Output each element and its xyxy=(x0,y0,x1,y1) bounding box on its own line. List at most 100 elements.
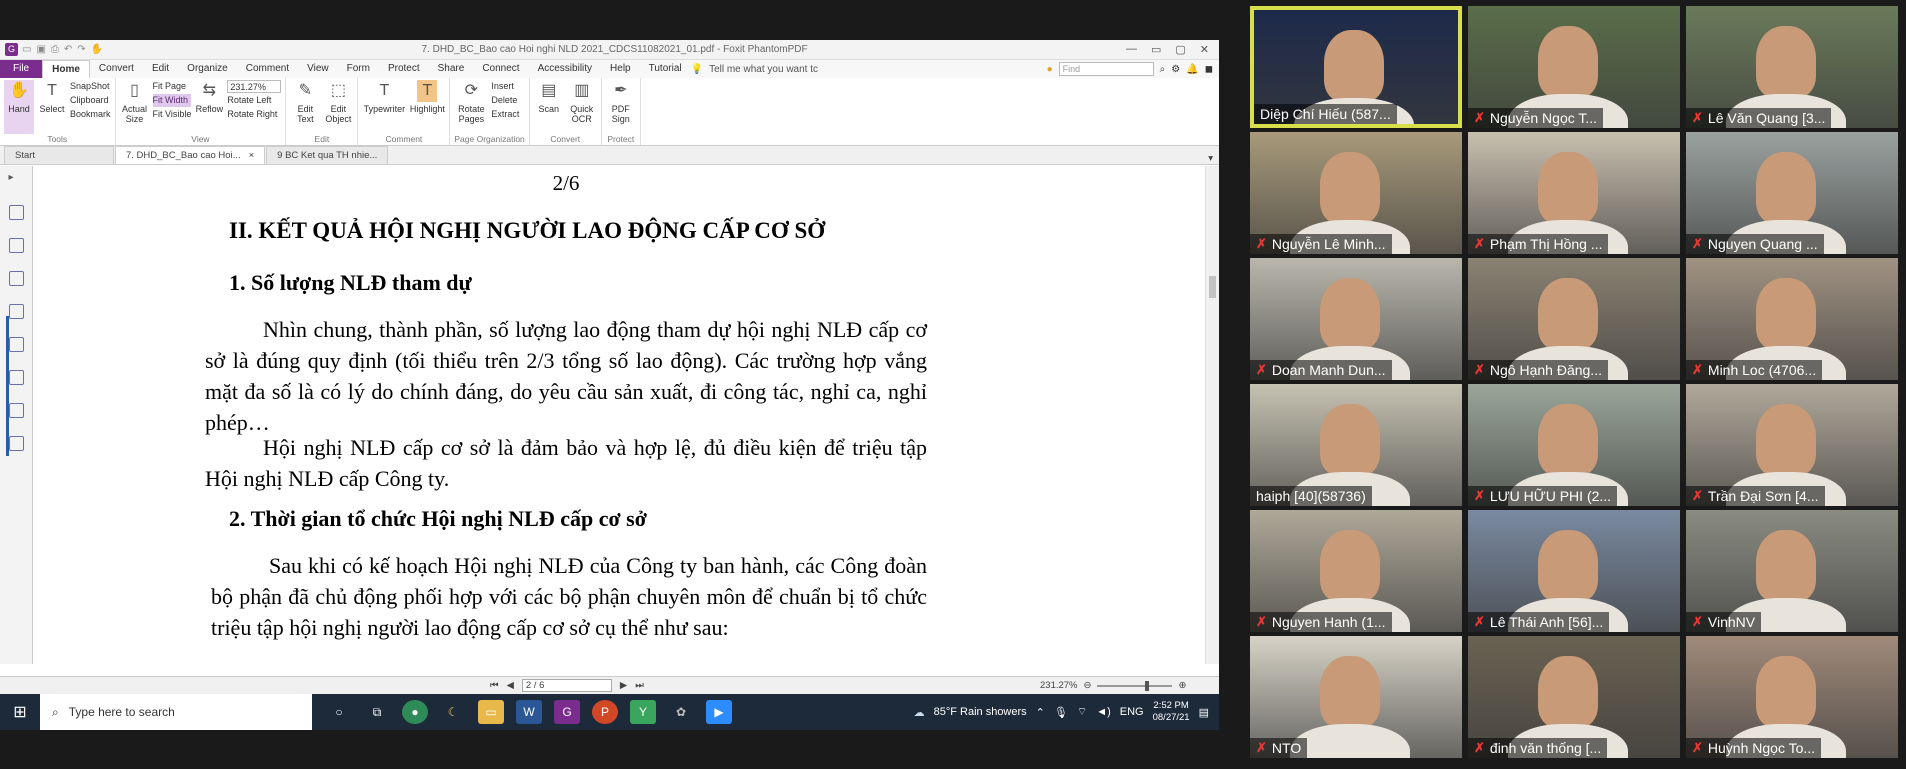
maximize-button[interactable]: ▢ xyxy=(1175,43,1185,56)
scrollbar-thumb[interactable] xyxy=(1209,276,1216,298)
foxit-icon[interactable]: G xyxy=(554,700,580,724)
tab-comment[interactable]: Comment xyxy=(237,60,298,78)
tab-organize[interactable]: Organize xyxy=(178,60,237,78)
foxit-app-icon[interactable]: G xyxy=(5,43,18,56)
participant-tile[interactable]: ✗ VinhNV xyxy=(1686,510,1898,632)
taskbar-search[interactable]: ⌕ Type here to search xyxy=(40,694,312,730)
extract-button[interactable]: Extract xyxy=(491,108,519,121)
participant-tile[interactable]: ✗ Trần Đại Sơn [4... xyxy=(1686,384,1898,506)
rotate-right-button[interactable]: Rotate Right xyxy=(227,108,281,121)
layers-icon[interactable] xyxy=(8,271,24,286)
bookmarks-icon[interactable] xyxy=(8,205,24,220)
minimize-button[interactable]: — xyxy=(1126,43,1137,56)
doc-tab-2[interactable]: 9 BC Ket qua TH nhie... xyxy=(266,146,389,164)
file-explorer-icon[interactable]: ▭ xyxy=(478,700,504,724)
tab-form[interactable]: Form xyxy=(338,60,379,78)
security-icon[interactable] xyxy=(8,370,24,385)
quick-ocr-button[interactable]: ▥ Quick OCR xyxy=(567,80,597,134)
insert-button[interactable]: Insert xyxy=(491,80,519,93)
zoom-out-icon[interactable]: ⊖ xyxy=(1084,680,1092,691)
participant-tile[interactable]: ✗ Nguyễn Ngọc T... xyxy=(1468,6,1680,128)
redo-icon[interactable]: ↷ xyxy=(77,44,85,55)
save-icon[interactable]: ▣ xyxy=(36,44,45,55)
delete-button[interactable]: Delete xyxy=(491,94,519,107)
participant-tile[interactable]: ✗ Lê Thái Anh [56]... xyxy=(1468,510,1680,632)
tab-connect[interactable]: Connect xyxy=(473,60,528,78)
doc-tab-active[interactable]: 7. DHD_BC_Bao cao Hoi... × xyxy=(115,146,266,164)
zoom-slider-knob[interactable] xyxy=(1145,680,1150,691)
coin-icon[interactable]: ● xyxy=(1047,64,1053,75)
tab-accessibility[interactable]: Accessibility xyxy=(529,60,601,78)
tab-home[interactable]: Home xyxy=(42,60,90,78)
task-view-icon[interactable]: ⧉ xyxy=(364,700,390,724)
comments-icon[interactable] xyxy=(8,337,24,352)
participant-tile[interactable]: haiph [40](58736) xyxy=(1250,384,1462,506)
volume-icon[interactable]: ◄) xyxy=(1096,706,1111,718)
fit-visible-button[interactable]: Fit Visible xyxy=(153,108,192,121)
page-number-input[interactable]: 2 / 6 xyxy=(521,679,612,692)
weather-text[interactable]: 85°F Rain showers xyxy=(934,706,1027,718)
user-icon[interactable]: ◼ xyxy=(1205,64,1213,75)
rotate-pages-button[interactable]: ⟳ Rotate Pages xyxy=(454,80,488,134)
tab-convert[interactable]: Convert xyxy=(90,60,143,78)
fit-width-button[interactable]: Fit Width xyxy=(152,94,192,107)
bookmark-button[interactable]: Bookmark xyxy=(70,108,111,121)
notification-icon[interactable]: ▤ xyxy=(1199,706,1209,719)
expand-panel-icon[interactable]: ▸ xyxy=(9,172,24,187)
participant-tile[interactable]: ✗ Huỳnh Ngọc To... xyxy=(1686,636,1898,758)
participant-tile[interactable]: ✗ đinh văn thống [... xyxy=(1468,636,1680,758)
typewriter-button[interactable]: T Typewriter xyxy=(362,80,406,134)
zoom-select[interactable]: 231.27% xyxy=(227,80,282,93)
moon-app-icon[interactable]: ☾ xyxy=(440,700,466,724)
participant-tile[interactable]: ✗ LƯU HỮU PHI (2... xyxy=(1468,384,1680,506)
search-icon[interactable]: ⌕ xyxy=(1160,64,1166,75)
edit-text-button[interactable]: ✎ Edit Text xyxy=(290,80,320,134)
zoom-app-icon[interactable]: ▶ xyxy=(706,700,732,724)
clipboard-button[interactable]: Clipboard xyxy=(70,94,111,107)
select-button[interactable]: T Select xyxy=(37,80,67,134)
chrome-icon[interactable]: ● xyxy=(402,700,428,724)
last-page-icon[interactable]: ⏭ xyxy=(635,680,644,691)
snapshot-button[interactable]: SnapShot xyxy=(70,80,111,93)
tab-view[interactable]: View xyxy=(298,60,338,78)
actual-size-button[interactable]: ▯ Actual Size xyxy=(120,80,150,134)
find-input[interactable]: Find xyxy=(1058,62,1154,76)
next-page-icon[interactable]: ▶ xyxy=(620,680,627,691)
open-icon[interactable]: ▭ xyxy=(22,44,31,55)
close-button[interactable]: ✕ xyxy=(1200,43,1209,56)
participant-tile[interactable]: ✗ Minh Loc (4706... xyxy=(1686,258,1898,380)
language-indicator[interactable]: ENG xyxy=(1120,706,1144,718)
gear-icon[interactable]: ⚙ xyxy=(1171,64,1180,75)
fit-page-button[interactable]: Fit Page xyxy=(153,80,192,93)
pages-icon[interactable] xyxy=(8,238,24,253)
hand-button[interactable]: ✋ Hand xyxy=(4,80,34,134)
participant-tile[interactable]: ✗ Ngô Hạnh Đăng... xyxy=(1468,258,1680,380)
close-tab-icon[interactable]: × xyxy=(249,150,255,161)
zoom-slider[interactable] xyxy=(1097,680,1173,691)
pdf-sign-button[interactable]: ✒ PDF Sign xyxy=(606,80,636,134)
windows-start-icon[interactable]: ⊞ xyxy=(0,702,40,722)
clock[interactable]: 2:52 PM 08/27/21 xyxy=(1153,700,1190,724)
tab-list-dropdown-icon[interactable]: ▾ xyxy=(1208,153,1219,164)
participant-tile[interactable]: ✗ Nguyễn Lê Minh... xyxy=(1250,132,1462,254)
vertical-scrollbar[interactable] xyxy=(1205,166,1219,664)
participant-tile[interactable]: Diệp Chí Hiếu (587... xyxy=(1250,6,1462,128)
participant-tile[interactable]: ✗ Lê Văn Quang [3... xyxy=(1686,6,1898,128)
microphone-icon[interactable]: 🎙 xyxy=(1054,706,1068,719)
hand-tool-icon[interactable]: ✋ xyxy=(91,44,103,55)
first-page-icon[interactable]: ⏮ xyxy=(490,680,499,691)
tab-protect[interactable]: Protect xyxy=(379,60,429,78)
restore-button[interactable]: ▭ xyxy=(1151,43,1161,56)
tab-help[interactable]: Help xyxy=(601,60,640,78)
reflow-button[interactable]: ⇆ Reflow xyxy=(194,80,224,134)
tab-edit[interactable]: Edit xyxy=(143,60,178,78)
undo-icon[interactable]: ↶ xyxy=(64,44,72,55)
rotate-left-button[interactable]: Rotate Left xyxy=(227,94,281,107)
prev-page-icon[interactable]: ◀ xyxy=(507,680,514,691)
tab-share[interactable]: Share xyxy=(429,60,474,78)
participant-tile[interactable]: ✗ Nguyen Quang ... xyxy=(1686,132,1898,254)
tab-tutorial[interactable]: Tutorial xyxy=(640,60,691,78)
word-icon[interactable]: W xyxy=(516,700,542,724)
cortana-icon[interactable]: ○ xyxy=(326,700,352,724)
signatures-icon[interactable] xyxy=(8,403,24,418)
